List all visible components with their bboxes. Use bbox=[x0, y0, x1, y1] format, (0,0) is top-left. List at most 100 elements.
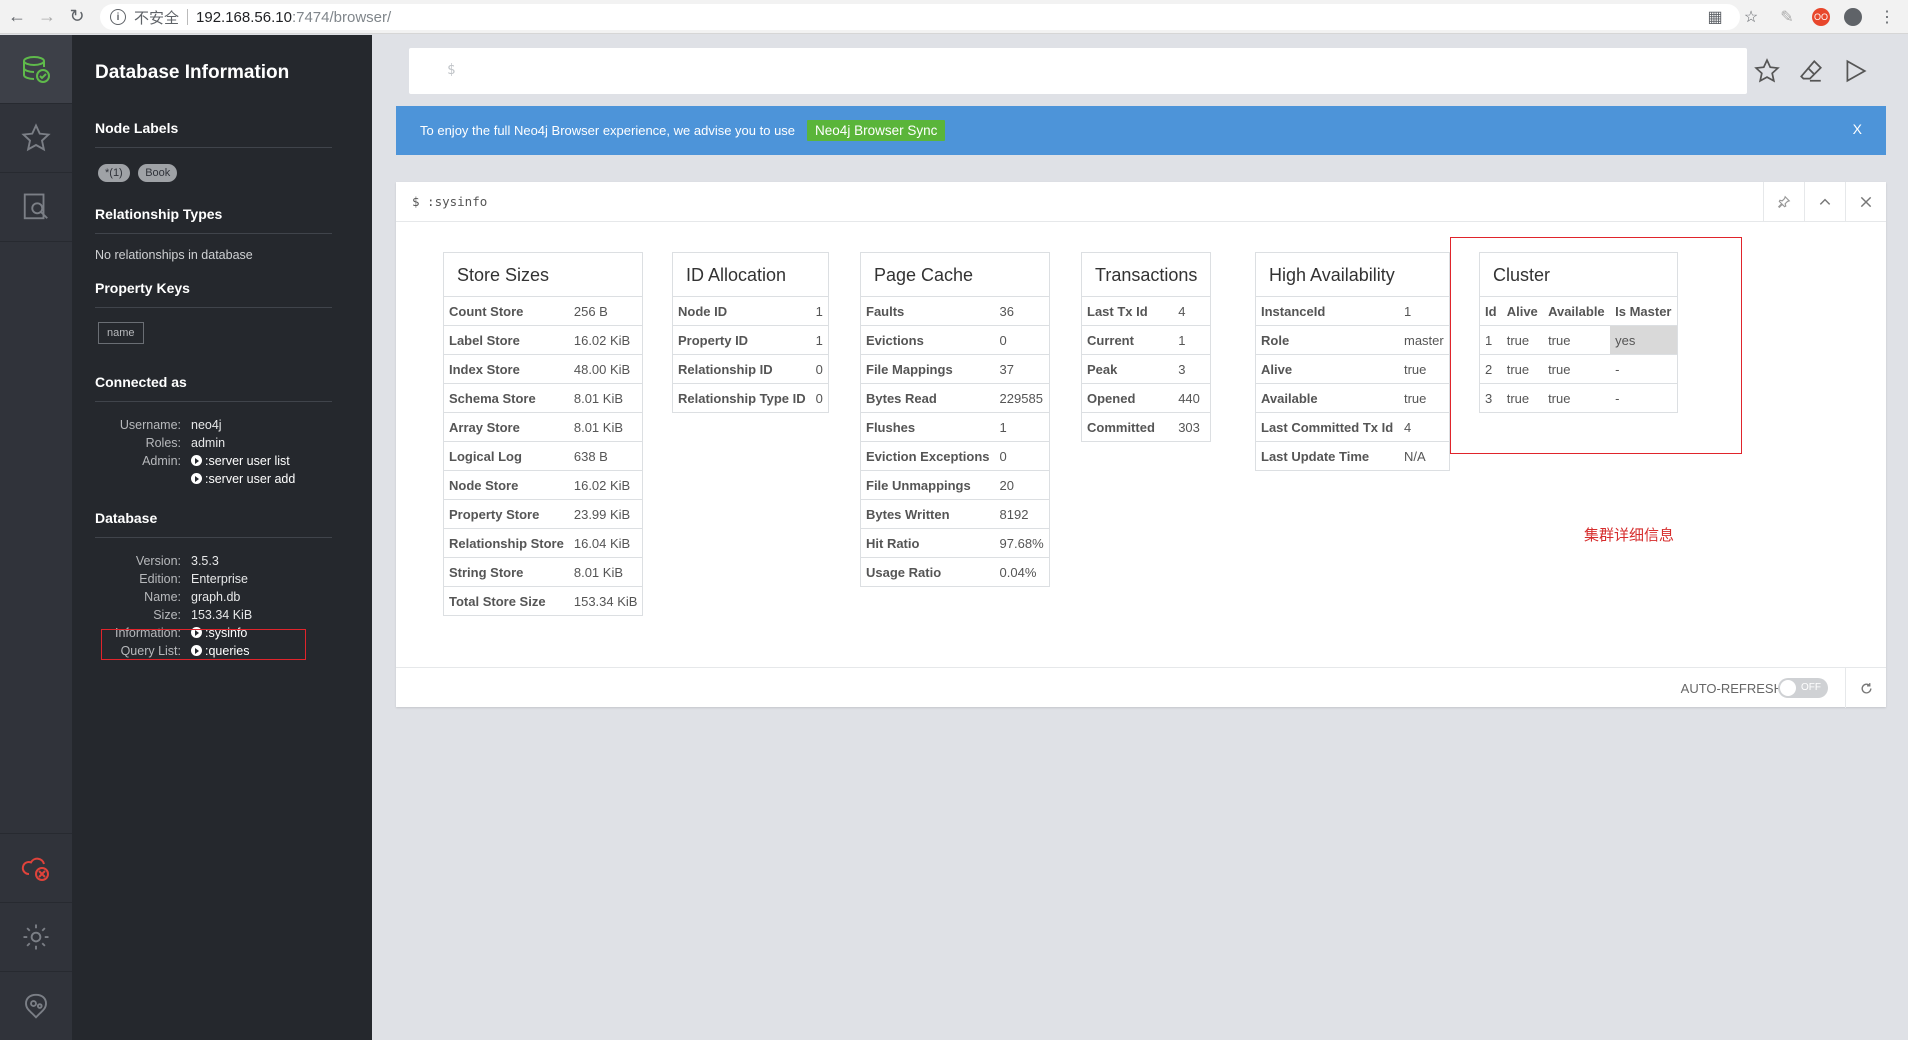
favorites-tab[interactable] bbox=[0, 104, 72, 173]
row-value: 3 bbox=[1173, 354, 1211, 384]
row-key: Available bbox=[1255, 383, 1399, 413]
table-row: Label Store 16.02 KiB bbox=[443, 325, 643, 355]
name-label: Name: bbox=[144, 590, 181, 604]
row-key: Property Store bbox=[443, 499, 569, 529]
page-cache-table: Page Cache Faults 36 Evictions 0 File Mappin… bbox=[860, 252, 1050, 587]
close-frame-button[interactable] bbox=[1845, 182, 1886, 222]
auto-refresh-label: AUTO-REFRESH bbox=[1680, 681, 1783, 696]
clear-button[interactable] bbox=[1796, 56, 1826, 86]
row-key: Eviction Exceptions bbox=[860, 441, 995, 471]
neo4j-logo-icon bbox=[25, 993, 47, 1019]
node-label-pill[interactable]: *(1) bbox=[98, 164, 130, 182]
row-key: Committed bbox=[1081, 412, 1174, 442]
toggle-label: OFF bbox=[1801, 682, 1821, 693]
pin-icon bbox=[1777, 195, 1791, 209]
table-row: Evictions 0 bbox=[860, 325, 1050, 355]
row-key: Schema Store bbox=[443, 383, 569, 413]
row-key: InstanceId bbox=[1255, 296, 1399, 326]
refresh-button[interactable] bbox=[1845, 668, 1886, 708]
info-icon[interactable]: i bbox=[110, 9, 126, 25]
database-info-drawer: Database Information Node Labels *(1) Bo… bbox=[72, 35, 372, 1040]
row-key: Hit Ratio bbox=[860, 528, 995, 558]
about-tab[interactable] bbox=[0, 971, 72, 1040]
row-value: 0 bbox=[994, 325, 1050, 355]
admin-label: Admin: bbox=[142, 454, 181, 468]
frame-command[interactable]: $ :sysinfo bbox=[412, 194, 487, 209]
row-key: Relationship Store bbox=[443, 528, 569, 558]
documents-tab[interactable] bbox=[0, 173, 72, 242]
node-label-pill[interactable]: Book bbox=[138, 164, 178, 182]
browser-sync-button[interactable]: Neo4j Browser Sync bbox=[807, 120, 946, 141]
row-key: Flushes bbox=[860, 412, 995, 442]
table-row: Property ID 1 bbox=[672, 325, 829, 355]
table-row: Flushes 1 bbox=[860, 412, 1050, 442]
row-key: Relationship ID bbox=[672, 354, 811, 384]
server-user-list-text: :server user list bbox=[205, 454, 290, 468]
connection-status-tab[interactable] bbox=[0, 833, 72, 902]
table-row: Role master bbox=[1255, 325, 1450, 355]
forward-icon[interactable]: → bbox=[34, 4, 60, 30]
row-value: 4 bbox=[1398, 412, 1450, 442]
profile-avatar[interactable] bbox=[1844, 8, 1862, 26]
play-icon bbox=[191, 455, 202, 466]
favorite-button[interactable] bbox=[1752, 56, 1782, 86]
row-value: 1 bbox=[1398, 296, 1450, 326]
row-value: 16.02 KiB bbox=[568, 325, 643, 355]
row-key: Bytes Written bbox=[860, 499, 995, 529]
cluster-highlight-box bbox=[1450, 237, 1742, 454]
settings-tab[interactable] bbox=[0, 902, 72, 971]
collapse-button[interactable] bbox=[1804, 182, 1845, 222]
extension-badge-icon[interactable]: OO bbox=[1812, 8, 1830, 26]
property-key-tag[interactable]: name bbox=[98, 322, 144, 344]
table-row: InstanceId 1 bbox=[1255, 296, 1450, 326]
version-value: 3.5.3 bbox=[191, 554, 219, 568]
database-heading: Database bbox=[95, 510, 332, 538]
row-value: 20 bbox=[994, 470, 1050, 500]
table-row: Usage Ratio 0.04% bbox=[860, 557, 1050, 587]
row-value: 36 bbox=[994, 296, 1050, 326]
table-row: Opened 440 bbox=[1081, 383, 1211, 413]
database-info-tab[interactable] bbox=[0, 35, 72, 104]
row-key: Logical Log bbox=[443, 441, 569, 471]
banner-close-button[interactable]: X bbox=[1853, 121, 1862, 137]
table-row: Schema Store 8.01 KiB bbox=[443, 383, 643, 413]
table-row: Available true bbox=[1255, 383, 1450, 413]
auto-refresh-toggle[interactable]: OFF bbox=[1778, 678, 1828, 698]
row-value: 256 B bbox=[568, 296, 643, 326]
run-button[interactable] bbox=[1840, 56, 1870, 86]
table-row: Node ID 1 bbox=[672, 296, 829, 326]
extension-icon[interactable]: ✎ bbox=[1776, 7, 1798, 27]
cypher-editor[interactable]: $ bbox=[409, 48, 1747, 94]
table-row: Alive true bbox=[1255, 354, 1450, 384]
gear-icon bbox=[23, 924, 49, 950]
sysinfo-highlight-box bbox=[101, 629, 306, 660]
server-user-list-link[interactable]: :server user list bbox=[191, 452, 290, 470]
menu-icon[interactable]: ⋮ bbox=[1876, 7, 1898, 27]
row-value: 8.01 KiB bbox=[568, 412, 643, 442]
row-key: Last Tx Id bbox=[1081, 296, 1174, 326]
row-value: 1 bbox=[810, 296, 829, 326]
reload-icon[interactable]: ↻ bbox=[64, 4, 90, 30]
row-value: 0 bbox=[810, 354, 829, 384]
back-icon[interactable]: ← bbox=[4, 4, 30, 30]
row-key: Opened bbox=[1081, 383, 1174, 413]
address-bar[interactable]: i 不安全 192.168.56.10:7474/browser/ bbox=[100, 4, 1740, 30]
row-key: Array Store bbox=[443, 412, 569, 442]
translate-icon[interactable]: ▦ bbox=[1704, 7, 1726, 27]
database-icon bbox=[23, 56, 50, 83]
table-row: Logical Log 638 B bbox=[443, 441, 643, 471]
frame-header: $ :sysinfo bbox=[396, 182, 1886, 222]
server-user-add-text: :server user add bbox=[205, 472, 296, 486]
row-value: 37 bbox=[994, 354, 1050, 384]
row-value: 0 bbox=[994, 441, 1050, 471]
search-document-icon bbox=[23, 193, 48, 220]
row-value: 4 bbox=[1173, 296, 1211, 326]
table-row: Peak 3 bbox=[1081, 354, 1211, 384]
sync-banner: To enjoy the full Neo4j Browser experien… bbox=[396, 106, 1886, 155]
pin-button[interactable] bbox=[1763, 182, 1804, 222]
bookmark-star-icon[interactable]: ☆ bbox=[1740, 7, 1762, 27]
edition-label: Edition: bbox=[139, 572, 181, 586]
table-row: Relationship ID 0 bbox=[672, 354, 829, 384]
server-user-add-link[interactable]: :server user add bbox=[191, 470, 295, 488]
name-value: graph.db bbox=[191, 590, 241, 604]
